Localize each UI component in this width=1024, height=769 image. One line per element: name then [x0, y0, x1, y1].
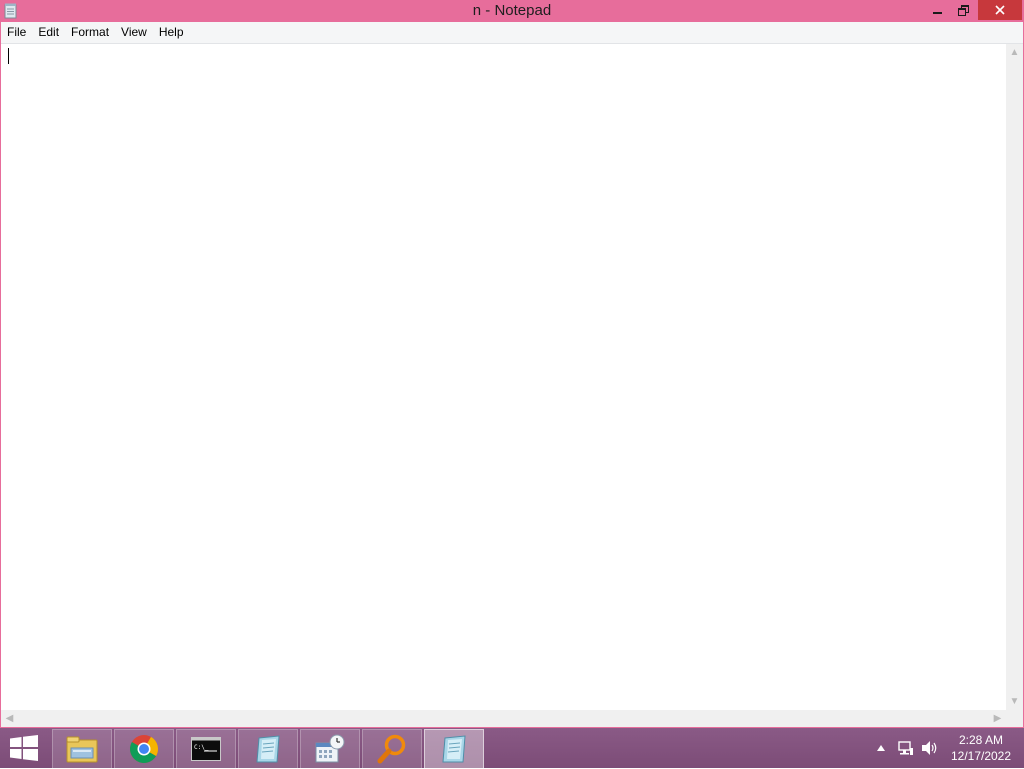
scroll-up-icon[interactable]: ▲ — [1006, 44, 1023, 61]
scroll-left-icon[interactable]: ◀ — [1, 710, 18, 727]
network-icon — [898, 741, 913, 755]
svg-text:C:\_: C:\_ — [194, 744, 209, 751]
menu-edit[interactable]: Edit — [32, 22, 65, 43]
taskbar-notepad[interactable] — [238, 729, 298, 769]
start-button[interactable] — [0, 728, 48, 768]
network-tray-button[interactable] — [896, 728, 916, 768]
taskbar-command-prompt[interactable]: C:\_ — [176, 729, 236, 769]
command-prompt-icon: C:\_ — [191, 737, 221, 761]
chrome-icon — [130, 735, 158, 763]
menu-view[interactable]: View — [115, 22, 153, 43]
scroll-right-icon[interactable]: ▶ — [989, 710, 1006, 727]
restore-icon — [957, 5, 969, 16]
restore-button[interactable] — [950, 0, 976, 20]
menu-format[interactable]: Format — [65, 22, 115, 43]
speaker-icon — [922, 741, 937, 755]
text-editor[interactable] — [1, 44, 1006, 710]
notepad-icon — [256, 735, 280, 763]
horizontal-scrollbar[interactable]: ◀ ▶ — [1, 710, 1006, 727]
taskbar-chrome[interactable] — [114, 729, 174, 769]
close-button[interactable] — [978, 0, 1022, 20]
minimize-button[interactable] — [924, 0, 950, 20]
clock-date: 12/17/2022 — [950, 749, 1012, 763]
show-hidden-icons-button[interactable] — [874, 728, 888, 768]
chevron-up-icon — [877, 745, 885, 751]
scheduler-icon — [315, 734, 345, 763]
search-magnifier-icon — [377, 734, 406, 764]
volume-tray-button[interactable] — [920, 728, 940, 768]
menu-help[interactable]: Help — [153, 22, 190, 43]
system-clock[interactable]: 2:28 AM 12/17/2022 — [946, 732, 1016, 764]
taskbar-notepad-active[interactable] — [424, 729, 484, 769]
windows-logo-icon — [10, 735, 38, 761]
close-icon — [995, 5, 1005, 15]
taskbar: C:\_ 2:28 AM 12/17/2022 — [0, 728, 1024, 769]
taskbar-scheduler[interactable] — [300, 729, 360, 769]
vertical-scrollbar[interactable]: ▲ ▼ — [1006, 44, 1023, 710]
minimize-icon — [932, 12, 942, 14]
text-caret — [8, 48, 9, 64]
file-explorer-icon — [66, 736, 98, 763]
scroll-down-icon[interactable]: ▼ — [1006, 693, 1023, 710]
taskbar-file-explorer[interactable] — [52, 729, 112, 769]
clock-time: 2:28 AM — [958, 733, 1004, 747]
notepad-active-icon — [442, 735, 466, 763]
window-title: n - Notepad — [472, 2, 552, 19]
menu-file[interactable]: File — [1, 22, 32, 43]
taskbar-search[interactable] — [362, 729, 422, 769]
title-bar[interactable]: n - Notepad — [0, 0, 1024, 22]
notepad-window: n - Notepad File Edit Format View Help ▲… — [0, 0, 1024, 728]
menu-bar: File Edit Format View Help — [1, 22, 1023, 44]
scrollbar-corner — [1006, 710, 1023, 727]
